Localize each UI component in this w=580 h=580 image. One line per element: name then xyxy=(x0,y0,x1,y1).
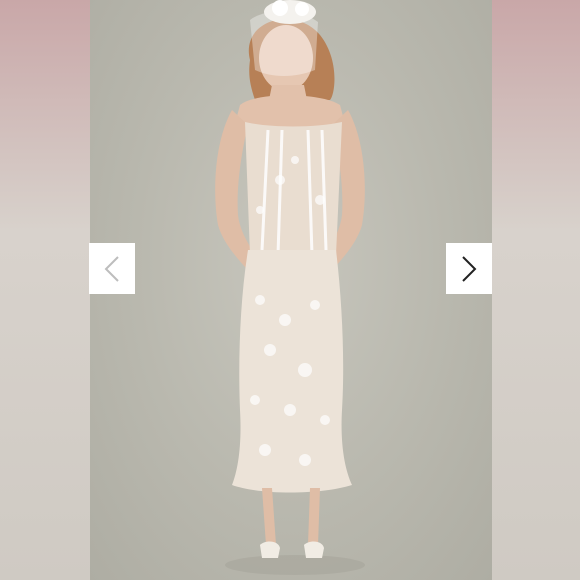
next-image-button[interactable] xyxy=(446,243,492,294)
image-gallery xyxy=(0,0,580,580)
dress-photo-illustration xyxy=(215,0,365,575)
previous-image-button[interactable] xyxy=(89,243,135,294)
chevron-left-icon xyxy=(104,255,119,282)
right-blurred-background xyxy=(492,0,580,580)
chevron-right-icon xyxy=(462,255,477,282)
left-blurred-background xyxy=(0,0,90,580)
product-photo xyxy=(90,0,492,580)
